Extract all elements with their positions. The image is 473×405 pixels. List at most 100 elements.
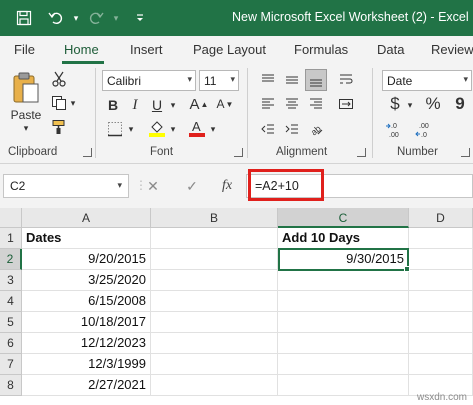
- paste-label[interactable]: Paste: [6, 108, 46, 122]
- row-header[interactable]: 1: [0, 228, 22, 249]
- alignment-launcher-icon[interactable]: [357, 148, 366, 157]
- cell-b8[interactable]: [151, 375, 278, 396]
- row-header[interactable]: 5: [0, 312, 22, 333]
- cell-a3[interactable]: 3/25/2020: [22, 270, 151, 291]
- cell-d2[interactable]: [409, 249, 473, 270]
- row-header[interactable]: 4: [0, 291, 22, 312]
- bottom-align-icon[interactable]: [305, 69, 327, 91]
- decrease-indent-icon[interactable]: [258, 120, 278, 138]
- bold-button[interactable]: B: [104, 96, 122, 114]
- cell-d4[interactable]: [409, 291, 473, 312]
- select-all-corner[interactable]: [0, 208, 22, 228]
- increase-indent-icon[interactable]: [282, 120, 302, 138]
- column-header-a[interactable]: A: [22, 208, 151, 228]
- insert-function-button[interactable]: fx: [218, 177, 236, 195]
- cell-b4[interactable]: [151, 291, 278, 312]
- cell-d6[interactable]: [409, 333, 473, 354]
- cell-b7[interactable]: [151, 354, 278, 375]
- decrease-decimal-icon[interactable]: .00.0: [414, 120, 438, 140]
- paste-dropdown-icon[interactable]: ▾: [20, 122, 32, 134]
- font-color-icon[interactable]: A: [186, 118, 208, 138]
- underline-button[interactable]: U: [148, 96, 166, 114]
- align-center-icon[interactable]: [282, 94, 302, 114]
- column-header-c[interactable]: C: [278, 208, 409, 228]
- column-header-d[interactable]: D: [409, 208, 473, 228]
- cell-c3[interactable]: [278, 270, 409, 291]
- tab-home[interactable]: Home: [64, 42, 99, 57]
- cell-c4[interactable]: [278, 291, 409, 312]
- fill-color-icon[interactable]: [146, 118, 168, 138]
- middle-align-icon[interactable]: [282, 70, 302, 90]
- cell-d5[interactable]: [409, 312, 473, 333]
- grow-font-button[interactable]: A ▲: [188, 94, 210, 114]
- cell-c8[interactable]: [278, 375, 409, 396]
- cell-a5[interactable]: 10/18/2017: [22, 312, 151, 333]
- enter-icon[interactable]: ✓: [183, 177, 201, 195]
- row-header[interactable]: 3: [0, 270, 22, 291]
- cell-c7[interactable]: [278, 354, 409, 375]
- borders-dropdown-icon[interactable]: ▾: [126, 122, 136, 136]
- cell-d7[interactable]: [409, 354, 473, 375]
- cell-a7[interactable]: 12/3/1999: [22, 354, 151, 375]
- tab-data[interactable]: Data: [377, 42, 404, 57]
- redo-icon[interactable]: [86, 8, 106, 28]
- top-align-icon[interactable]: [258, 70, 278, 90]
- undo-icon[interactable]: [46, 8, 66, 28]
- tab-insert[interactable]: Insert: [130, 42, 163, 57]
- cell-c6[interactable]: [278, 333, 409, 354]
- cell-b3[interactable]: [151, 270, 278, 291]
- cancel-icon[interactable]: ✕: [144, 177, 162, 195]
- underline-dropdown-icon[interactable]: ▾: [168, 98, 178, 112]
- worksheet-grid[interactable]: A B C D 1 Dates Add 10 Days 2 9/20/2015 …: [0, 208, 473, 405]
- tab-file[interactable]: File: [14, 42, 35, 57]
- name-box[interactable]: C2 ▾: [3, 174, 129, 198]
- percent-style-button[interactable]: %: [422, 94, 444, 114]
- font-launcher-icon[interactable]: [234, 148, 243, 157]
- format-painter-icon[interactable]: [50, 118, 68, 136]
- customize-quick-access-icon[interactable]: [130, 8, 150, 28]
- align-left-icon[interactable]: [258, 94, 278, 114]
- font-family-select[interactable]: Calibri ▾: [102, 70, 196, 91]
- font-size-select[interactable]: 11 ▾: [199, 70, 239, 91]
- cell-b1[interactable]: [151, 228, 278, 249]
- cell-c5[interactable]: [278, 312, 409, 333]
- font-color-dropdown-icon[interactable]: ▾: [208, 122, 218, 136]
- comma-style-button[interactable]: 9: [450, 94, 470, 114]
- italic-button[interactable]: I: [126, 96, 144, 114]
- clipboard-launcher-icon[interactable]: [83, 148, 92, 157]
- tab-page-layout[interactable]: Page Layout: [193, 42, 266, 57]
- accounting-dropdown-icon[interactable]: ▾: [405, 98, 415, 112]
- column-header-b[interactable]: B: [151, 208, 278, 228]
- cell-b2[interactable]: [151, 249, 278, 270]
- tab-formulas[interactable]: Formulas: [294, 42, 348, 57]
- merge-center-icon[interactable]: [336, 94, 356, 114]
- fill-handle[interactable]: [404, 266, 410, 272]
- cell-b5[interactable]: [151, 312, 278, 333]
- undo-dropdown-icon[interactable]: ▾: [66, 8, 86, 28]
- increase-decimal-icon[interactable]: .0.00: [384, 120, 408, 140]
- accounting-format-button[interactable]: $: [384, 94, 406, 114]
- cell-d1[interactable]: [409, 228, 473, 249]
- row-header[interactable]: 6: [0, 333, 22, 354]
- cell-c1[interactable]: Add 10 Days: [278, 228, 409, 249]
- number-launcher-icon[interactable]: [461, 148, 470, 157]
- redo-dropdown-icon[interactable]: ▾: [106, 8, 126, 28]
- row-header[interactable]: 8: [0, 375, 22, 396]
- cell-a4[interactable]: 6/15/2008: [22, 291, 151, 312]
- cell-a8[interactable]: 2/27/2021: [22, 375, 151, 396]
- align-right-icon[interactable]: [306, 94, 326, 114]
- row-header[interactable]: 2: [0, 249, 22, 270]
- cell-b6[interactable]: [151, 333, 278, 354]
- number-format-select[interactable]: Date ▾: [382, 70, 472, 91]
- wrap-text-icon[interactable]: [336, 70, 356, 90]
- row-header[interactable]: 7: [0, 354, 22, 375]
- cell-d3[interactable]: [409, 270, 473, 291]
- cell-a2[interactable]: 9/20/2015: [22, 249, 151, 270]
- copy-dropdown-icon[interactable]: ▾: [68, 96, 78, 110]
- shrink-font-button[interactable]: A ▼: [214, 94, 236, 114]
- cell-a1[interactable]: Dates: [22, 228, 151, 249]
- save-icon[interactable]: [14, 8, 34, 28]
- copy-icon[interactable]: [50, 94, 68, 112]
- orientation-icon[interactable]: ab: [306, 120, 326, 138]
- tab-review[interactable]: Review: [431, 42, 473, 57]
